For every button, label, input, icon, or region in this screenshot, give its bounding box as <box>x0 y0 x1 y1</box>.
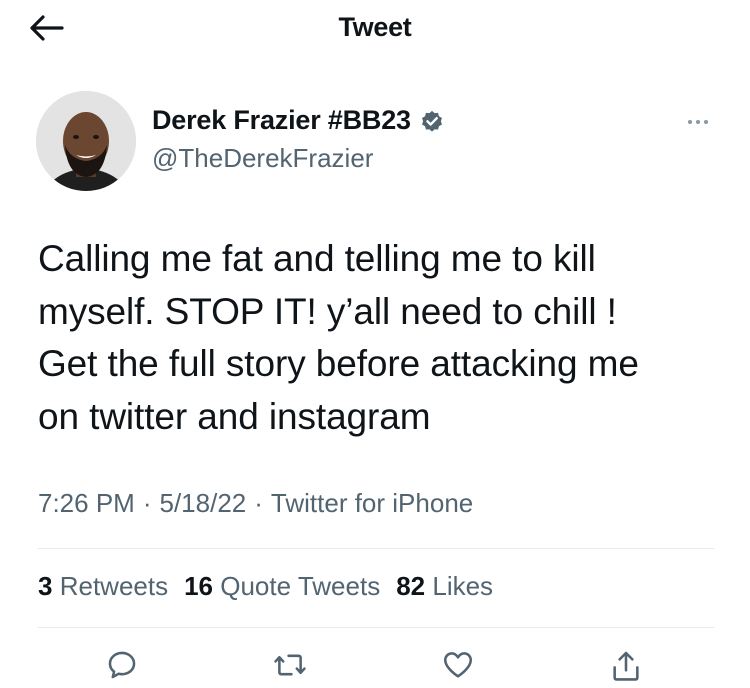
display-name-row[interactable]: Derek Frazier #BB23 <box>152 105 445 136</box>
divider <box>38 627 714 628</box>
display-name: Derek Frazier #BB23 <box>152 105 411 135</box>
share-button[interactable] <box>604 648 648 688</box>
likes-stat[interactable]: 82 Likes <box>396 571 493 602</box>
retweets-stat[interactable]: 3 Retweets <box>38 571 168 602</box>
verified-badge-icon <box>421 110 442 132</box>
tweet-source[interactable]: Twitter for iPhone <box>271 488 473 519</box>
tweet-detail-page: Tweet Derek Frazier #BB23 @TheDerekFrazi… <box>0 0 750 688</box>
more-horizontal-icon <box>688 120 692 124</box>
reply-icon <box>108 651 136 679</box>
more-horizontal-icon-dot <box>704 120 708 124</box>
like-button[interactable] <box>436 648 480 688</box>
tweet-time[interactable]: 7:26 PM <box>38 488 135 519</box>
tweet-text: Calling me fat and telling me to kill my… <box>38 238 639 437</box>
user-handle[interactable]: @TheDerekFrazier <box>152 143 373 174</box>
meta-separator: · <box>142 488 152 518</box>
profile-photo <box>36 91 136 191</box>
more-horizontal-icon-dot <box>696 120 700 124</box>
retweet-icon <box>274 654 306 676</box>
more-options-button[interactable] <box>678 110 718 134</box>
likes-count: 82 <box>396 571 426 601</box>
likes-label: Likes <box>432 571 494 601</box>
retweets-count: 3 <box>38 571 53 601</box>
reply-button[interactable] <box>100 648 144 688</box>
quote-tweets-stat[interactable]: 16 Quote Tweets <box>184 571 380 602</box>
divider <box>38 548 714 549</box>
tweet-meta: 7:26 PM · 5/18/22 · Twitter for iPhone <box>38 488 473 519</box>
retweets-label: Retweets <box>59 571 169 601</box>
retweet-button[interactable] <box>268 648 312 688</box>
tweet-date[interactable]: 5/18/22 <box>160 488 247 519</box>
share-icon <box>613 651 639 681</box>
tweet-stats: 3 Retweets 16 Quote Tweets 82 Likes <box>38 571 493 602</box>
quote-tweets-label: Quote Tweets <box>220 571 381 601</box>
meta-separator: · <box>254 488 263 518</box>
avatar[interactable] <box>36 91 136 191</box>
page-title: Tweet <box>338 12 412 42</box>
heart-icon <box>443 652 473 678</box>
quote-tweets-count: 16 <box>184 571 214 601</box>
